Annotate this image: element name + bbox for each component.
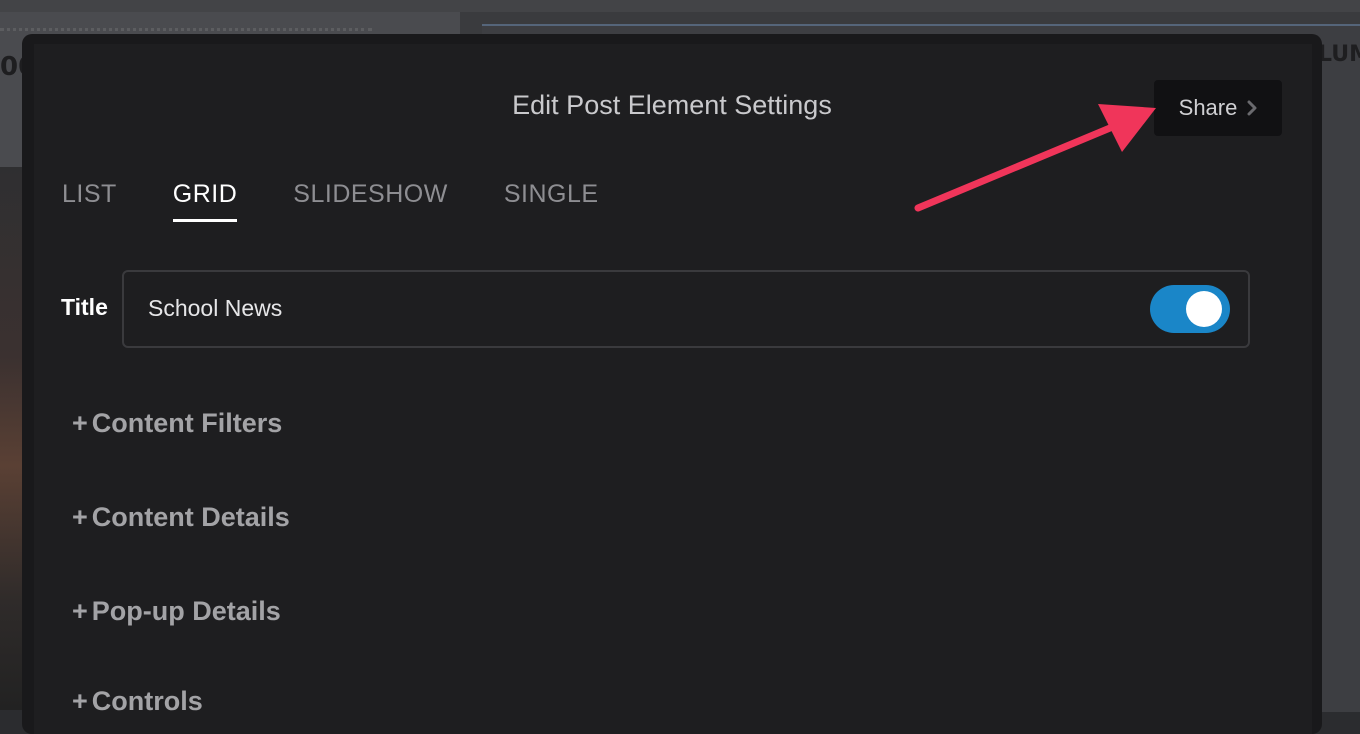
- title-input-value[interactable]: School News: [148, 295, 282, 322]
- background-right-text: LUM: [1318, 42, 1360, 67]
- plus-icon: +: [72, 686, 88, 716]
- chevron-right-icon: [1247, 100, 1257, 116]
- settings-modal: Edit Post Element Settings Share LIST GR…: [22, 34, 1322, 734]
- modal-title: Edit Post Element Settings: [512, 90, 832, 120]
- plus-icon: +: [72, 502, 88, 532]
- section-label: Pop-up Details: [91, 596, 281, 626]
- section-content-details[interactable]: + Content Details: [72, 502, 290, 533]
- section-content-filters[interactable]: + Content Filters: [72, 408, 282, 439]
- tab-list[interactable]: LIST: [62, 180, 117, 222]
- title-input[interactable]: School News: [122, 270, 1250, 348]
- tab-grid[interactable]: GRID: [172, 180, 238, 222]
- section-popup-details[interactable]: + Pop-up Details: [72, 596, 281, 627]
- plus-icon: +: [72, 408, 88, 438]
- section-label: Controls: [91, 686, 203, 716]
- plus-icon: +: [72, 596, 88, 626]
- tab-slideshow[interactable]: SLIDESHOW: [293, 180, 448, 222]
- title-field-label: Title: [61, 294, 108, 320]
- toggle-knob: [1186, 291, 1222, 327]
- background-topbar: [0, 0, 1360, 12]
- share-button[interactable]: Share: [1154, 80, 1282, 136]
- title-visibility-toggle[interactable]: [1150, 285, 1230, 333]
- section-controls[interactable]: + Controls: [72, 686, 203, 717]
- section-label: Content Details: [91, 502, 290, 532]
- modal-body: [34, 44, 1312, 734]
- section-label: Content Filters: [91, 408, 283, 438]
- layout-tabs: LIST GRID SLIDESHOW SINGLE: [62, 180, 655, 222]
- tab-single[interactable]: SINGLE: [504, 180, 599, 222]
- share-button-label: Share: [1178, 95, 1238, 120]
- background-dotted-divider: [0, 28, 372, 31]
